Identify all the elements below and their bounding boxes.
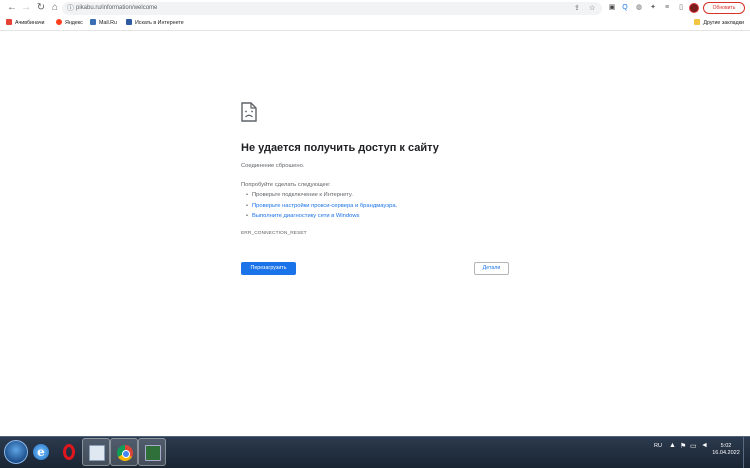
cmd-icon[interactable] <box>138 438 166 466</box>
taskbar: e RU ▲ ⚑ ▭ ◄ 5:02 16.04.2022 <box>0 436 750 468</box>
suggestion-link-diagnostics[interactable]: Выполните диагностику сети в Windows <box>246 213 359 219</box>
sad-page-icon <box>241 102 257 127</box>
mailru-icon <box>90 19 96 25</box>
internet-explorer-icon[interactable]: e <box>27 438 55 466</box>
update-button[interactable]: Обновить <box>703 2 745 14</box>
volume-icon[interactable]: ◄ <box>701 442 708 449</box>
forward-icon[interactable]: → <box>20 2 32 14</box>
clock[interactable]: 5:02 16.04.2022 <box>712 443 740 457</box>
suggestion-link-proxy[interactable]: Проверьте настройки прокси-сервера и бра… <box>246 203 397 209</box>
info-icon[interactable]: ⓘ <box>67 2 74 15</box>
clock-date: 16.04.2022 <box>712 450 740 456</box>
profile-avatar[interactable] <box>689 3 699 13</box>
show-desktop-button[interactable] <box>743 437 750 468</box>
error-description: Соединение сброшено. <box>241 163 305 169</box>
bookmarks-bar: Ачивбиначи Яндекс Mail.Ru Искать в Интер… <box>0 17 750 31</box>
folder-icon <box>694 19 701 25</box>
media-icon[interactable]: ≡ <box>662 3 672 13</box>
bookmark-icon <box>6 19 12 25</box>
details-button[interactable]: Детали <box>474 262 509 275</box>
yandex-icon <box>56 19 62 25</box>
opera-icon[interactable] <box>55 438 83 466</box>
back-icon[interactable]: ← <box>6 2 18 14</box>
address-url: pikabu.ru/information/welcome <box>76 5 158 11</box>
search-extension-icon[interactable]: Q <box>620 3 630 13</box>
error-title: Не удается получить доступ к сайту <box>241 142 439 154</box>
search-icon <box>126 19 132 25</box>
sidebar-icon[interactable]: ▯ <box>676 3 686 13</box>
suggestion-item: Проверьте подключение к Интернету. <box>246 192 353 198</box>
reload-icon[interactable]: ↻ <box>35 2 47 14</box>
suggestions-heading: Попробуйте сделать следующее: <box>241 182 331 188</box>
address-bar[interactable]: ⓘ pikabu.ru/information/welcome ⇪ ☆ <box>62 2 602 15</box>
extension-icon[interactable]: ▣ <box>607 3 617 13</box>
network-icon[interactable]: ▭ <box>690 442 697 450</box>
language-indicator[interactable]: RU <box>654 443 662 449</box>
flag-icon[interactable]: ⚑ <box>680 442 686 450</box>
vpn-icon[interactable]: ◍ <box>634 3 644 13</box>
bookmark-star-icon[interactable]: ☆ <box>589 2 595 15</box>
tray-arrow-icon[interactable]: ▲ <box>669 442 676 449</box>
browser-toolbar: ← → ↻ ⌂ ⓘ pikabu.ru/information/welcome … <box>0 0 750 17</box>
start-button[interactable] <box>4 440 28 464</box>
home-icon[interactable]: ⌂ <box>49 2 61 14</box>
bookmark-item[interactable]: Яндекс <box>56 19 83 28</box>
bookmark-item[interactable]: Ачивбиначи <box>6 19 44 28</box>
puzzle-icon[interactable]: ✦ <box>648 3 658 13</box>
clock-time: 5:02 <box>720 443 732 449</box>
other-bookmarks[interactable]: Другие закладки <box>694 19 744 28</box>
share-icon[interactable]: ⇪ <box>574 2 580 15</box>
error-code: ERR_CONNECTION_RESET <box>241 231 307 236</box>
reload-button[interactable]: Перезагрузить <box>241 262 296 275</box>
bookmark-item[interactable]: Mail.Ru <box>90 19 117 28</box>
chrome-icon[interactable] <box>110 438 138 466</box>
bookmark-item[interactable]: Искать в Интернете <box>126 19 184 28</box>
file-manager-icon[interactable] <box>82 438 110 466</box>
